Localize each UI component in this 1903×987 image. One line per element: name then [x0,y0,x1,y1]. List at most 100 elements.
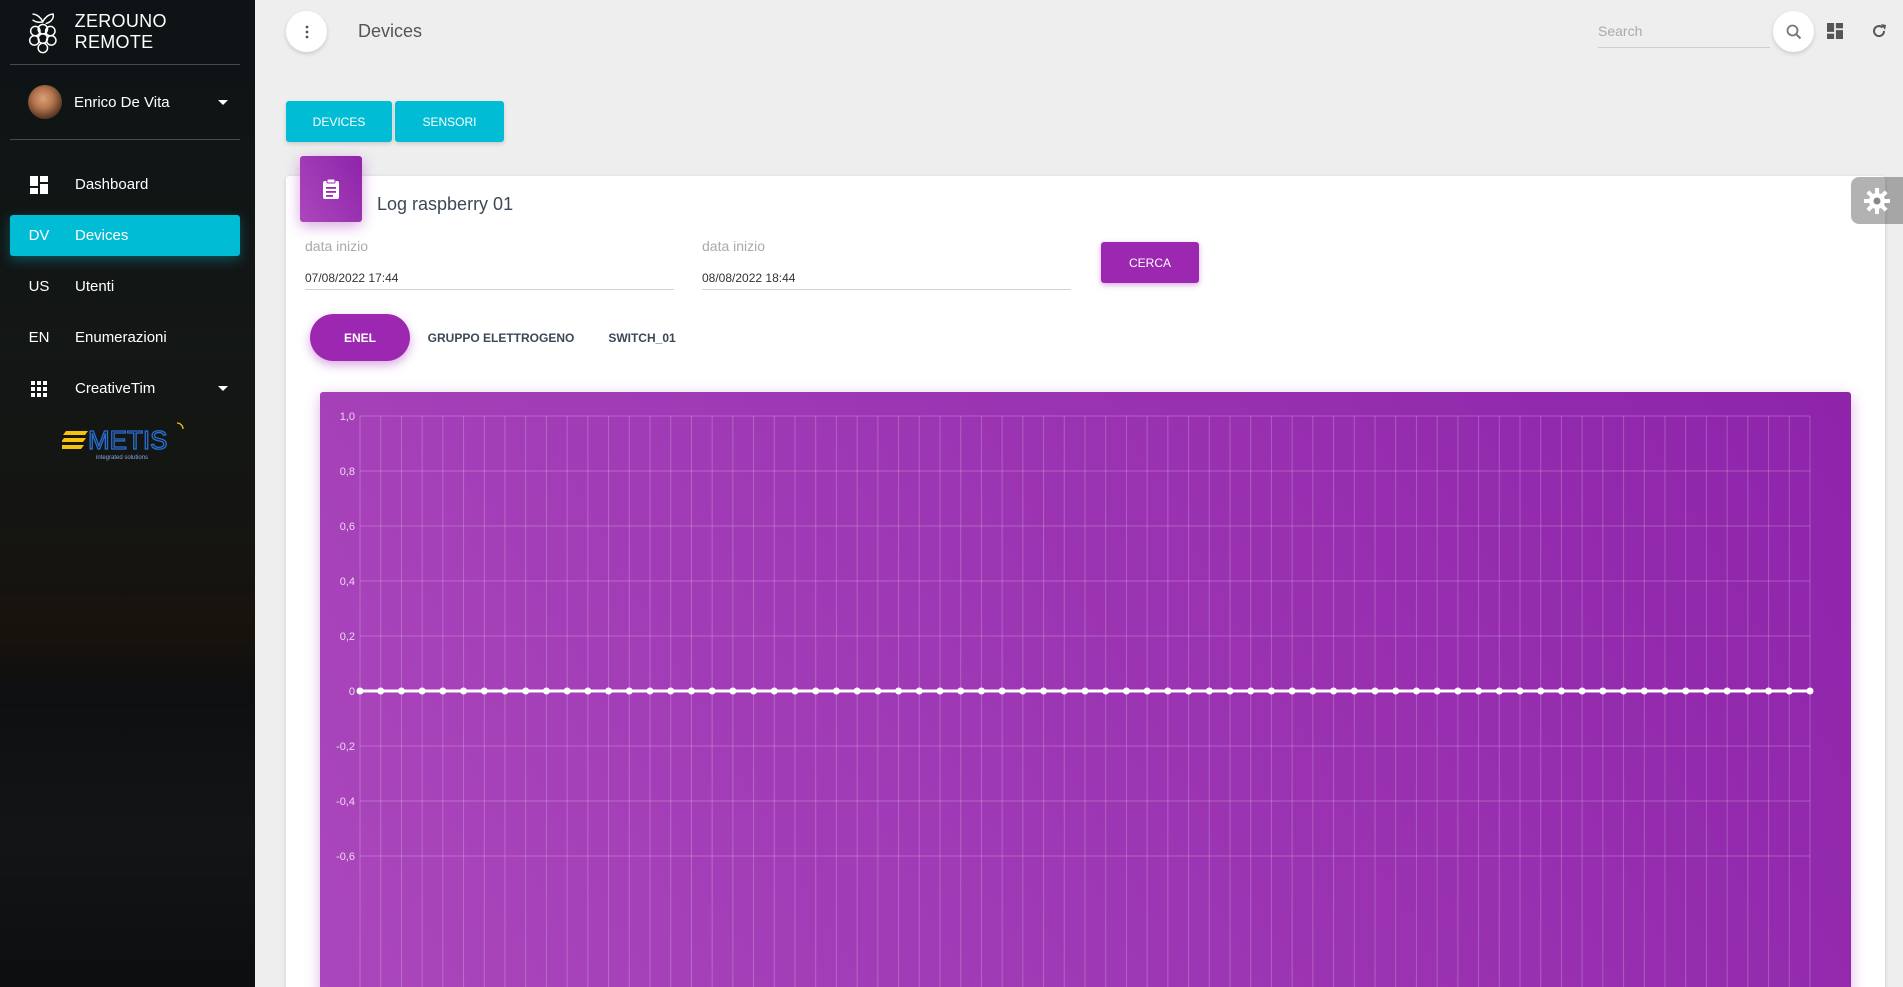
line-chart: 1,0 0,8 0,6 0,4 0,2 0 -0,2 -0,4 -0,6 [320,392,1851,987]
data-point [1309,687,1317,695]
refresh-icon [1873,24,1886,38]
sidebar-item-devices[interactable]: DV Devices [10,215,240,256]
data-point [1226,687,1234,695]
tab-sensori[interactable]: SENSORI [395,101,504,142]
data-point [1288,687,1296,695]
data-point [977,687,985,695]
sidebar-item-enumerazioni[interactable]: EN Enumerazioni [10,317,240,358]
data-point [356,687,364,695]
data-point [791,687,799,695]
data-point [1185,687,1193,695]
data-point [915,687,923,695]
dashboard-icon [1827,23,1843,39]
sidebar-item-abbr: US [28,278,50,295]
pill-switch-01[interactable]: SWITCH_01 [596,314,688,361]
chart-svg: 1,0 0,8 0,6 0,4 0,2 0 -0,2 -0,4 -0,6 [336,411,1814,987]
sidebar: ZEROUNO REMOTE Enrico De Vita Dashboard … [0,0,255,987]
data-point [729,687,737,695]
data-point [1392,687,1400,695]
data-point [1205,687,1213,695]
search-button[interactable] [1773,11,1814,52]
y-tick-label: 0,4 [340,576,355,588]
data-point [1475,687,1483,695]
clipboard-icon [300,156,362,222]
data-point [1578,687,1586,695]
data-point [1040,687,1048,695]
sidebar-toggle-button[interactable] [286,11,327,52]
end-date-input[interactable] [702,266,1071,290]
data-point [687,687,695,695]
data-point [1599,687,1607,695]
data-point [377,687,385,695]
y-tick-label: -0,6 [336,851,355,863]
data-point [605,687,613,695]
data-point [853,687,861,695]
data-point [750,687,758,695]
data-point [957,687,965,695]
data-point [1702,687,1710,695]
tab-devices[interactable]: DEVICES [286,101,392,142]
data-point [1371,687,1379,695]
data-point [646,687,654,695]
app-title: ZEROUNO REMOTE [74,11,167,52]
data-point [1640,687,1648,695]
caret-down-icon [218,386,228,391]
brand[interactable]: ZEROUNO REMOTE [10,0,240,65]
sidebar-nav: Dashboard DV Devices US Utenti EN Enumer… [0,164,255,409]
sidebar-item-label: CreativeTim [75,380,156,397]
end-date-field[interactable]: data inizio [702,238,1071,293]
data-point [1060,687,1068,695]
refresh-button[interactable] [1868,20,1890,42]
data-point [1557,687,1565,695]
gear-icon [1864,187,1890,214]
avatar [28,85,62,119]
search-submit-button[interactable]: CERCA [1101,242,1199,283]
sidebar-item-abbr: EN [28,329,50,346]
y-tick-label: 0,2 [340,631,355,643]
data-point [1267,687,1275,695]
search-field[interactable] [1598,18,1770,48]
y-tick-label: -0,4 [336,796,355,808]
data-point [584,687,592,695]
data-point [480,687,488,695]
data-point [439,687,447,695]
start-date-field[interactable]: data inizio [305,238,674,293]
pill-enel[interactable]: ENEL [310,314,410,361]
sidebar-item-dashboard[interactable]: Dashboard [10,164,240,205]
sidebar-item-label: Dashboard [75,176,149,193]
apps-grid-icon [25,380,53,397]
search-icon [1786,24,1801,39]
sidebar-item-abbr: DV [28,227,50,244]
data-point [1247,687,1255,695]
y-tick-label: 0,8 [340,466,355,478]
data-point [1433,687,1441,695]
search-input[interactable] [1598,18,1770,44]
data-point [1454,687,1462,695]
data-point [1682,687,1690,695]
data-point [1495,687,1503,695]
metis-logo-subtext: integrated solutions [96,455,148,461]
settings-button[interactable] [1851,177,1903,224]
data-point [1330,687,1338,695]
end-date-label: data inizio [702,238,766,254]
user-menu[interactable]: Enrico De Vita [10,65,240,140]
dashboard-button[interactable] [1824,20,1846,42]
data-point [1620,687,1628,695]
pill-gruppo-elettrogeno[interactable]: GRUPPO ELETTROGENO [418,314,584,361]
data-point [522,687,530,695]
sidebar-item-creativetim[interactable]: CreativeTim [10,368,240,409]
sidebar-item-label: Enumerazioni [75,329,167,346]
data-point [542,687,550,695]
data-point [1537,687,1545,695]
data-point [1019,687,1027,695]
data-point [832,687,840,695]
data-point [1744,687,1752,695]
sidebar-item-utenti[interactable]: US Utenti [10,266,240,307]
start-date-input[interactable] [305,266,674,290]
data-point [1723,687,1731,695]
data-point [1081,687,1089,695]
data-point [874,687,882,695]
data-point [625,687,633,695]
sidebar-item-label: Devices [75,227,129,244]
data-point [501,687,509,695]
